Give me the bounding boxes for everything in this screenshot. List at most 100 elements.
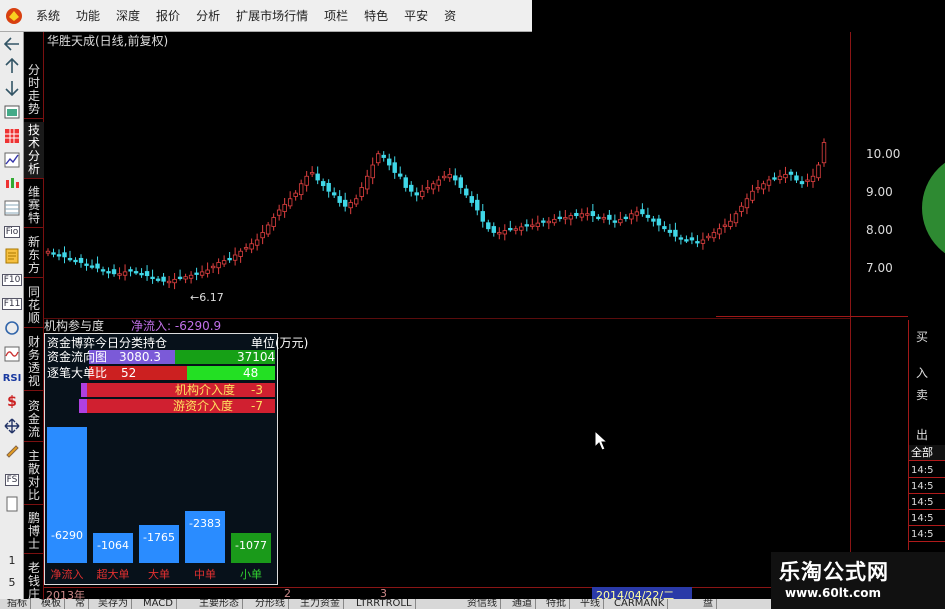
vtab-tonghuashun[interactable]: 同花顺 xyxy=(24,284,44,328)
candle-body xyxy=(260,232,265,239)
sell-button[interactable]: 卖 xyxy=(911,386,933,403)
bottom-tab[interactable]: 吴存为 xyxy=(95,599,132,609)
f10-icon[interactable]: F10 xyxy=(1,270,23,290)
bottom-tab[interactable]: 资信线 xyxy=(464,599,501,609)
candle-body xyxy=(497,232,502,235)
menu-depth[interactable]: 深度 xyxy=(108,5,148,27)
rsi-icon[interactable]: RSI xyxy=(2,368,22,388)
up-arrow-icon[interactable] xyxy=(2,56,22,76)
flow-column-bar: -1064 xyxy=(93,533,133,563)
candle-body xyxy=(458,177,463,188)
page-number-5[interactable]: 5 xyxy=(0,576,24,589)
report-icon[interactable] xyxy=(2,246,22,266)
candle-body xyxy=(563,217,568,220)
vtab-laoqianzhuang[interactable]: 老钱庄 xyxy=(24,560,44,604)
candle-body xyxy=(447,173,452,179)
flow-left-value: 3080.3 xyxy=(119,350,161,364)
fs-icon[interactable]: FS xyxy=(2,470,22,490)
fio-icon[interactable]: Fio xyxy=(2,222,22,242)
candle-body xyxy=(442,175,447,179)
candle-body xyxy=(519,226,524,231)
column-label-small: 小单 xyxy=(240,568,262,581)
vtab-fund-flow[interactable]: 资金流 xyxy=(24,398,44,442)
bottom-tab[interactable]: 特批 xyxy=(543,599,570,609)
candle-body xyxy=(568,215,574,220)
menu-function[interactable]: 功能 xyxy=(68,5,108,27)
app-logo-icon[interactable] xyxy=(4,6,24,26)
candlestick-chart[interactable] xyxy=(44,32,904,317)
candle-body xyxy=(728,220,733,227)
menu-top-bar[interactable]: 项栏 xyxy=(316,5,356,27)
back-arrow-icon[interactable] xyxy=(2,34,22,54)
candle-body xyxy=(431,183,436,190)
candle-body xyxy=(117,273,122,276)
candle-body xyxy=(524,224,530,227)
bottom-tab[interactable]: LTRRTROLL xyxy=(353,599,416,609)
flow-column-bar: -1077 xyxy=(231,533,271,563)
down-arrow-icon[interactable] xyxy=(2,78,22,98)
candle-body xyxy=(365,175,370,190)
pencil-icon[interactable] xyxy=(2,440,22,460)
candle-body xyxy=(766,179,772,186)
candle-body xyxy=(596,216,601,220)
candle-body xyxy=(585,213,590,216)
window-icon[interactable] xyxy=(2,102,22,122)
candle-body xyxy=(645,214,651,218)
bottom-tab[interactable]: 主要形态 xyxy=(196,599,243,609)
sell-out-label: 出 xyxy=(915,428,928,442)
menu-quote[interactable]: 报价 xyxy=(148,5,188,27)
candle-body xyxy=(353,198,359,205)
bottom-tab[interactable]: 盘 xyxy=(700,599,717,609)
page-number-1[interactable]: 1 xyxy=(0,554,24,567)
candle-body xyxy=(684,239,689,242)
flow-column-value: -1064 xyxy=(97,539,129,552)
bottom-tab[interactable]: 主力资金 xyxy=(297,599,344,609)
candle-body xyxy=(453,175,458,181)
bigorder-right-value: 48 xyxy=(243,366,259,380)
menu-pingan[interactable]: 平安 xyxy=(396,5,436,27)
candle-body xyxy=(111,269,117,275)
indicator-name[interactable]: 机构参与度 xyxy=(44,317,104,334)
candle-body xyxy=(755,187,761,190)
bottom-tab[interactable]: MACD xyxy=(140,599,177,609)
move-icon[interactable] xyxy=(2,416,22,436)
bottom-tab[interactable]: 指标 xyxy=(4,599,31,609)
table-icon[interactable] xyxy=(2,198,22,218)
vtab-weisaite[interactable]: 维赛特 xyxy=(24,184,44,228)
bottom-tab[interactable]: 通道 xyxy=(509,599,536,609)
vtab-intraday[interactable]: 分时走势 xyxy=(24,62,44,119)
menu-info[interactable]: 资 xyxy=(436,5,464,27)
wave-icon[interactable] xyxy=(2,344,22,364)
candle-body xyxy=(144,271,150,277)
flow-column-value: -6290 xyxy=(51,529,83,542)
candle-body xyxy=(805,179,810,182)
buy-button[interactable]: 买 xyxy=(911,328,933,345)
vtab-main-vs-retail[interactable]: 主散对比 xyxy=(24,448,44,505)
bottom-tab[interactable]: CARMANK xyxy=(611,599,669,609)
vtab-technical[interactable]: 技术分析 xyxy=(24,122,44,179)
bigorder-left-value: 52 xyxy=(121,366,137,380)
net-inflow-readout: 净流入: -6290.9 xyxy=(131,319,222,333)
grid-icon[interactable] xyxy=(2,126,22,146)
vtab-pengboshi[interactable]: 鹏博士 xyxy=(24,510,44,554)
menu-analysis[interactable]: 分析 xyxy=(188,5,228,27)
candle-body xyxy=(216,262,221,269)
all-tab[interactable]: 全部 xyxy=(909,445,945,461)
f11-icon[interactable]: F11 xyxy=(1,294,23,314)
bottom-tab[interactable]: 分形线 xyxy=(252,599,289,609)
menu-system[interactable]: 系统 xyxy=(28,5,68,27)
page-icon[interactable] xyxy=(2,494,22,514)
menu-extended-market[interactable]: 扩展市场行情 xyxy=(228,5,316,27)
line-chart-icon[interactable] xyxy=(2,150,22,170)
candle-body xyxy=(387,158,392,166)
vtab-financial[interactable]: 财务透视 xyxy=(24,334,44,391)
dollar-icon[interactable]: $ xyxy=(2,392,22,412)
menu-features[interactable]: 特色 xyxy=(356,5,396,27)
circle-icon[interactable] xyxy=(2,318,22,338)
bottom-tab[interactable]: 模板 xyxy=(38,599,65,609)
indicator-axis xyxy=(850,317,851,587)
bottom-tab[interactable]: 平线 xyxy=(577,599,604,609)
bottom-tab[interactable]: 常 xyxy=(72,599,89,609)
vtab-new-oriental[interactable]: 新东方 xyxy=(24,234,44,278)
candle-icon[interactable] xyxy=(2,174,22,194)
